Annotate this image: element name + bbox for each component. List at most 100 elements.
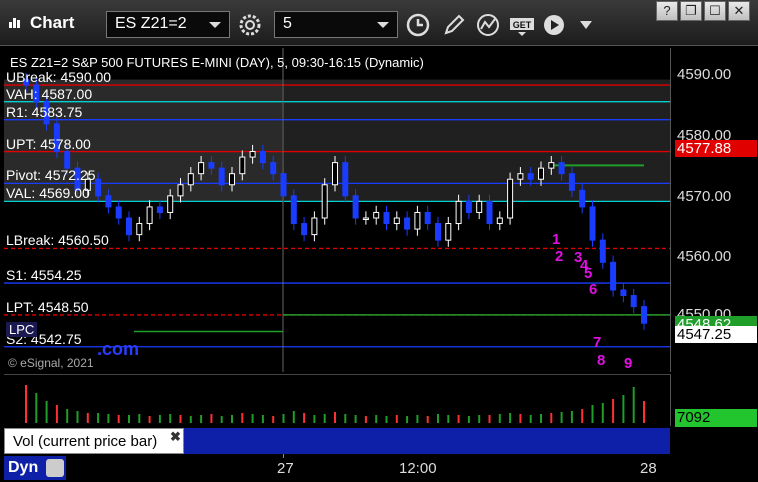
candle-body (630, 295, 637, 308)
close-button[interactable]: ✕ (728, 1, 750, 21)
last-price-badge: 4547.25 (675, 326, 757, 343)
volume-bar (519, 414, 522, 423)
candle-body (270, 162, 277, 175)
candle-body (548, 162, 555, 169)
trade-marker: 6 (589, 281, 597, 298)
volume-bar (169, 414, 172, 423)
volume-bar (66, 409, 69, 423)
upt-price-badge: 4577.88 (675, 140, 757, 157)
volume-bar (612, 399, 615, 423)
level-label-val: VAL: 4569.00 (6, 185, 90, 202)
volume-bar (220, 416, 223, 423)
settings-icon (239, 14, 261, 36)
volume-bar (354, 415, 357, 423)
volume-bar (25, 385, 27, 423)
maximize-button[interactable]: ☐ (704, 1, 726, 21)
candle-body (383, 211, 390, 225)
interval-selector[interactable]: 5 (274, 11, 398, 38)
level-label-pivot: Pivot: 4572.25 (6, 167, 96, 184)
time-tick-mark (283, 454, 284, 458)
volume-bar (344, 414, 347, 423)
candle-body (435, 223, 441, 241)
help-button[interactable]: ? (656, 1, 678, 21)
trade-marker: 2 (555, 248, 563, 265)
price-tick: 4570.00 (677, 188, 732, 205)
volume-bar (55, 405, 58, 423)
lock-icon[interactable] (46, 459, 64, 477)
volume-bar (467, 416, 470, 423)
copyright: © eSignal, 2021 (8, 356, 94, 370)
candle-body (445, 223, 452, 241)
candle-body (579, 189, 586, 208)
candle-body (424, 211, 431, 225)
price-axis[interactable]: 4590.00 4580.00 4570.00 4560.00 4550.00 … (670, 48, 758, 372)
volume-bar (323, 414, 326, 423)
draw-button[interactable] (440, 11, 468, 39)
legend-bar: Vol (current price bar) ✖ (4, 428, 670, 454)
restore-button[interactable]: ❐ (680, 1, 702, 21)
time-axis[interactable]: Dyn 27 12:00 28 (0, 454, 758, 482)
level-label-vah: VAH: 4587.00 (6, 85, 93, 102)
candle-body (568, 173, 575, 191)
play-button[interactable] (540, 11, 568, 39)
volume-bar (292, 411, 295, 423)
title-bar: Chart ES Z21=2 5 GET ? ❐ ☐ ✕ (0, 0, 758, 46)
candle-body (198, 162, 205, 175)
svg-text:GET: GET (513, 20, 532, 30)
candle-body (476, 200, 483, 213)
price-pane[interactable]: 123456789 ES Z21=2 S&P 500 FUTURES E-MIN… (4, 48, 670, 372)
volume-bar (447, 415, 450, 423)
candle-body (362, 217, 369, 220)
symbol-value: ES Z21=2 (115, 15, 187, 32)
price-chart: 12 345678 9 (4, 48, 670, 372)
candle-body (136, 223, 143, 236)
volume-bar (364, 416, 367, 423)
candle-body (311, 217, 318, 236)
candle-body (167, 195, 174, 213)
volume-legend[interactable]: Vol (current price bar) (4, 428, 184, 454)
candle-body (455, 200, 462, 225)
candle-body (517, 173, 524, 180)
level-label-ubreak: UBreak: 4590.00 (6, 69, 112, 86)
level-label-upt: UPT: 4578.00 (6, 135, 91, 152)
volume-bar (643, 401, 645, 423)
volume-bar (375, 415, 378, 423)
volume-bar (45, 401, 48, 423)
volume-legend-label: Vol (current price bar) (13, 433, 158, 450)
volume-bar (117, 415, 120, 423)
symbol-selector[interactable]: ES Z21=2 (106, 11, 230, 38)
volume-pane[interactable] (4, 374, 670, 426)
trade-marker: 1 (552, 231, 560, 248)
candle-body (414, 211, 421, 230)
candle-body (64, 151, 71, 169)
interval-value: 5 (283, 15, 292, 32)
candle-body (558, 162, 565, 175)
lpc-tag: LPC (6, 322, 38, 337)
level-label-lbreak: LBreak: 4560.50 (6, 232, 109, 249)
chevron-down-icon (209, 22, 221, 28)
studies-icon (477, 14, 499, 36)
time-label: 12:00 (399, 460, 437, 477)
get-button[interactable]: GET (508, 11, 536, 39)
candle-body (641, 306, 647, 324)
candle-body (589, 206, 596, 241)
studies-button[interactable] (474, 11, 502, 39)
time-label: 27 (277, 460, 294, 477)
candle-body (280, 173, 287, 197)
candle-body (156, 206, 163, 213)
settings-button[interactable] (236, 11, 264, 39)
volume-badge: 7092 (675, 409, 757, 427)
close-icon[interactable]: ✖ (170, 429, 181, 445)
volume-bar (179, 415, 182, 423)
trade-marker: 8 (597, 352, 605, 369)
candle-body (95, 178, 102, 197)
volume-bar (437, 414, 439, 423)
volume-bar (97, 413, 100, 423)
chart-caption: ES Z21=2 S&P 500 FUTURES E-MINI (DAY), 5… (10, 55, 424, 70)
volume-bar (478, 415, 481, 423)
more-icon (580, 21, 592, 29)
more-button[interactable] (572, 11, 600, 39)
candle-body (187, 173, 194, 186)
time-button[interactable] (404, 11, 432, 39)
candle-body (599, 239, 606, 263)
